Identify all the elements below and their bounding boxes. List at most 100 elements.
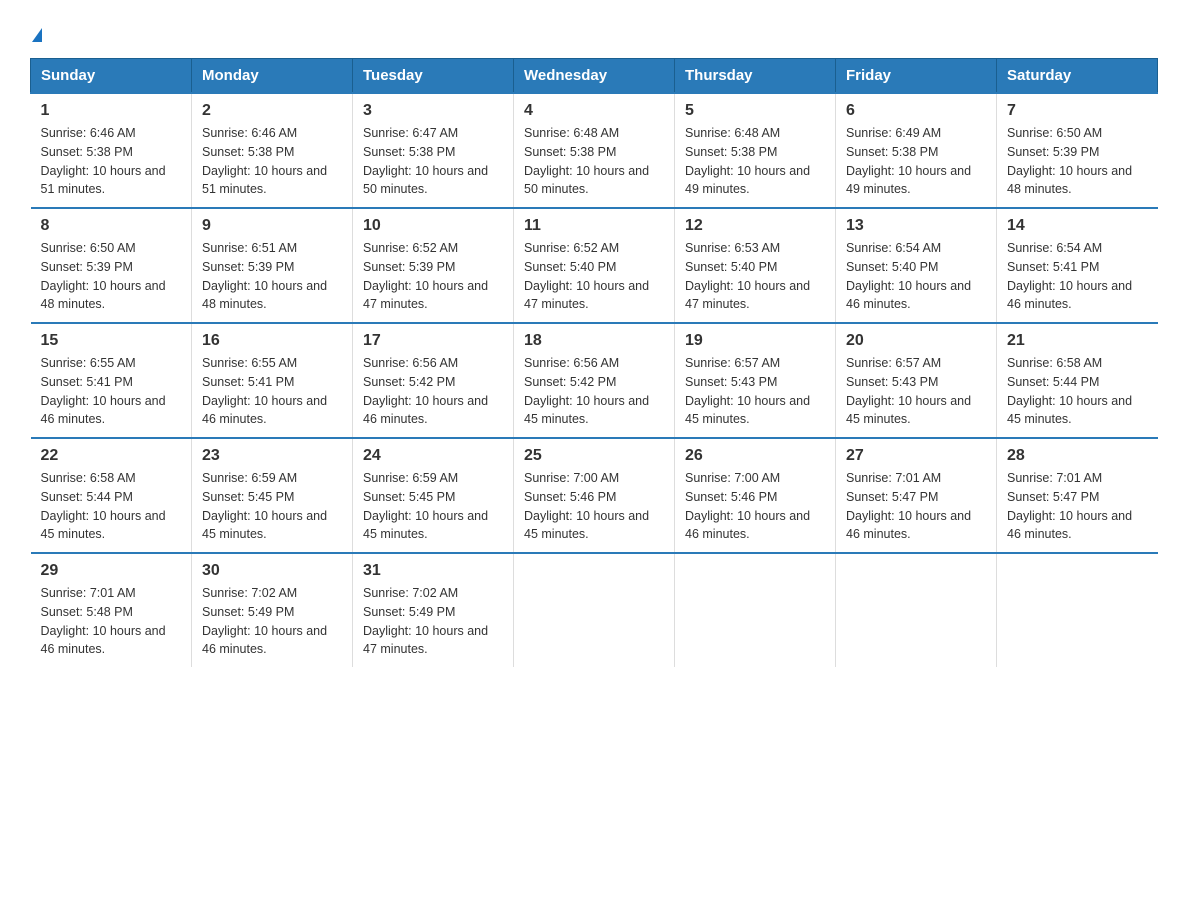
day-cell: 16 Sunrise: 6:55 AM Sunset: 5:41 PM Dayl… [192, 323, 353, 438]
day-number: 3 [363, 102, 503, 120]
sunrise-label: Sunrise: 6:56 AM [524, 356, 619, 370]
day-info: Sunrise: 6:58 AM Sunset: 5:44 PM Dayligh… [41, 469, 182, 544]
day-info: Sunrise: 6:46 AM Sunset: 5:38 PM Dayligh… [41, 124, 182, 199]
header [30, 20, 1158, 48]
sunset-label: Sunset: 5:46 PM [685, 490, 777, 504]
week-row-3: 15 Sunrise: 6:55 AM Sunset: 5:41 PM Dayl… [31, 323, 1158, 438]
daylight-label: Daylight: 10 hours and 50 minutes. [363, 164, 488, 197]
sunset-label: Sunset: 5:38 PM [524, 145, 616, 159]
sunset-label: Sunset: 5:38 PM [685, 145, 777, 159]
day-cell: 22 Sunrise: 6:58 AM Sunset: 5:44 PM Dayl… [31, 438, 192, 553]
calendar-body: 1 Sunrise: 6:46 AM Sunset: 5:38 PM Dayli… [31, 93, 1158, 667]
day-cell: 2 Sunrise: 6:46 AM Sunset: 5:38 PM Dayli… [192, 93, 353, 208]
calendar-table: SundayMondayTuesdayWednesdayThursdayFrid… [30, 58, 1158, 667]
sunrise-label: Sunrise: 7:02 AM [363, 586, 458, 600]
day-cell [997, 553, 1158, 667]
sunset-label: Sunset: 5:39 PM [1007, 145, 1099, 159]
day-cell: 10 Sunrise: 6:52 AM Sunset: 5:39 PM Dayl… [353, 208, 514, 323]
day-number: 21 [1007, 332, 1148, 350]
sunrise-label: Sunrise: 6:59 AM [202, 471, 297, 485]
day-info: Sunrise: 7:00 AM Sunset: 5:46 PM Dayligh… [685, 469, 825, 544]
day-number: 10 [363, 217, 503, 235]
day-info: Sunrise: 6:55 AM Sunset: 5:41 PM Dayligh… [41, 354, 182, 429]
day-number: 2 [202, 102, 342, 120]
daylight-label: Daylight: 10 hours and 46 minutes. [202, 394, 327, 427]
sunrise-label: Sunrise: 6:57 AM [846, 356, 941, 370]
day-info: Sunrise: 7:01 AM Sunset: 5:48 PM Dayligh… [41, 584, 182, 659]
sunrise-label: Sunrise: 6:56 AM [363, 356, 458, 370]
day-info: Sunrise: 6:59 AM Sunset: 5:45 PM Dayligh… [202, 469, 342, 544]
day-info: Sunrise: 6:47 AM Sunset: 5:38 PM Dayligh… [363, 124, 503, 199]
header-day-saturday: Saturday [997, 59, 1158, 94]
day-cell: 1 Sunrise: 6:46 AM Sunset: 5:38 PM Dayli… [31, 93, 192, 208]
day-number: 18 [524, 332, 664, 350]
sunrise-label: Sunrise: 6:57 AM [685, 356, 780, 370]
day-number: 9 [202, 217, 342, 235]
sunset-label: Sunset: 5:39 PM [41, 260, 133, 274]
logo-text [30, 20, 42, 48]
day-number: 25 [524, 447, 664, 465]
week-row-1: 1 Sunrise: 6:46 AM Sunset: 5:38 PM Dayli… [31, 93, 1158, 208]
sunset-label: Sunset: 5:44 PM [41, 490, 133, 504]
sunrise-label: Sunrise: 7:02 AM [202, 586, 297, 600]
sunset-label: Sunset: 5:38 PM [202, 145, 294, 159]
day-number: 6 [846, 102, 986, 120]
day-info: Sunrise: 6:55 AM Sunset: 5:41 PM Dayligh… [202, 354, 342, 429]
day-cell [836, 553, 997, 667]
daylight-label: Daylight: 10 hours and 49 minutes. [685, 164, 810, 197]
sunrise-label: Sunrise: 6:58 AM [1007, 356, 1102, 370]
sunrise-label: Sunrise: 6:55 AM [202, 356, 297, 370]
day-number: 20 [846, 332, 986, 350]
day-number: 12 [685, 217, 825, 235]
day-number: 24 [363, 447, 503, 465]
day-info: Sunrise: 6:59 AM Sunset: 5:45 PM Dayligh… [363, 469, 503, 544]
week-row-5: 29 Sunrise: 7:01 AM Sunset: 5:48 PM Dayl… [31, 553, 1158, 667]
day-cell: 31 Sunrise: 7:02 AM Sunset: 5:49 PM Dayl… [353, 553, 514, 667]
sunrise-label: Sunrise: 6:48 AM [685, 126, 780, 140]
daylight-label: Daylight: 10 hours and 46 minutes. [41, 394, 166, 427]
sunrise-label: Sunrise: 6:58 AM [41, 471, 136, 485]
day-info: Sunrise: 7:00 AM Sunset: 5:46 PM Dayligh… [524, 469, 664, 544]
day-info: Sunrise: 6:46 AM Sunset: 5:38 PM Dayligh… [202, 124, 342, 199]
day-cell [514, 553, 675, 667]
daylight-label: Daylight: 10 hours and 45 minutes. [846, 394, 971, 427]
day-cell: 11 Sunrise: 6:52 AM Sunset: 5:40 PM Dayl… [514, 208, 675, 323]
daylight-label: Daylight: 10 hours and 46 minutes. [1007, 509, 1132, 542]
sunrise-label: Sunrise: 6:50 AM [41, 241, 136, 255]
week-row-2: 8 Sunrise: 6:50 AM Sunset: 5:39 PM Dayli… [31, 208, 1158, 323]
day-info: Sunrise: 6:50 AM Sunset: 5:39 PM Dayligh… [1007, 124, 1148, 199]
day-cell [675, 553, 836, 667]
sunrise-label: Sunrise: 6:52 AM [363, 241, 458, 255]
day-number: 14 [1007, 217, 1148, 235]
sunrise-label: Sunrise: 6:46 AM [202, 126, 297, 140]
header-day-friday: Friday [836, 59, 997, 94]
header-day-wednesday: Wednesday [514, 59, 675, 94]
day-number: 31 [363, 562, 503, 580]
daylight-label: Daylight: 10 hours and 46 minutes. [846, 279, 971, 312]
daylight-label: Daylight: 10 hours and 51 minutes. [202, 164, 327, 197]
daylight-label: Daylight: 10 hours and 46 minutes. [202, 624, 327, 657]
day-cell: 8 Sunrise: 6:50 AM Sunset: 5:39 PM Dayli… [31, 208, 192, 323]
sunset-label: Sunset: 5:39 PM [202, 260, 294, 274]
day-cell: 24 Sunrise: 6:59 AM Sunset: 5:45 PM Dayl… [353, 438, 514, 553]
sunset-label: Sunset: 5:39 PM [363, 260, 455, 274]
daylight-label: Daylight: 10 hours and 46 minutes. [685, 509, 810, 542]
sunset-label: Sunset: 5:38 PM [41, 145, 133, 159]
week-row-4: 22 Sunrise: 6:58 AM Sunset: 5:44 PM Dayl… [31, 438, 1158, 553]
header-day-monday: Monday [192, 59, 353, 94]
sunrise-label: Sunrise: 6:54 AM [1007, 241, 1102, 255]
sunrise-label: Sunrise: 6:54 AM [846, 241, 941, 255]
day-cell: 17 Sunrise: 6:56 AM Sunset: 5:42 PM Dayl… [353, 323, 514, 438]
day-number: 8 [41, 217, 182, 235]
day-info: Sunrise: 6:53 AM Sunset: 5:40 PM Dayligh… [685, 239, 825, 314]
sunrise-label: Sunrise: 7:01 AM [1007, 471, 1102, 485]
logo [30, 20, 42, 48]
sunset-label: Sunset: 5:49 PM [202, 605, 294, 619]
day-info: Sunrise: 6:56 AM Sunset: 5:42 PM Dayligh… [524, 354, 664, 429]
day-cell: 27 Sunrise: 7:01 AM Sunset: 5:47 PM Dayl… [836, 438, 997, 553]
day-cell: 5 Sunrise: 6:48 AM Sunset: 5:38 PM Dayli… [675, 93, 836, 208]
daylight-label: Daylight: 10 hours and 48 minutes. [1007, 164, 1132, 197]
day-number: 27 [846, 447, 986, 465]
sunset-label: Sunset: 5:41 PM [202, 375, 294, 389]
day-cell: 18 Sunrise: 6:56 AM Sunset: 5:42 PM Dayl… [514, 323, 675, 438]
